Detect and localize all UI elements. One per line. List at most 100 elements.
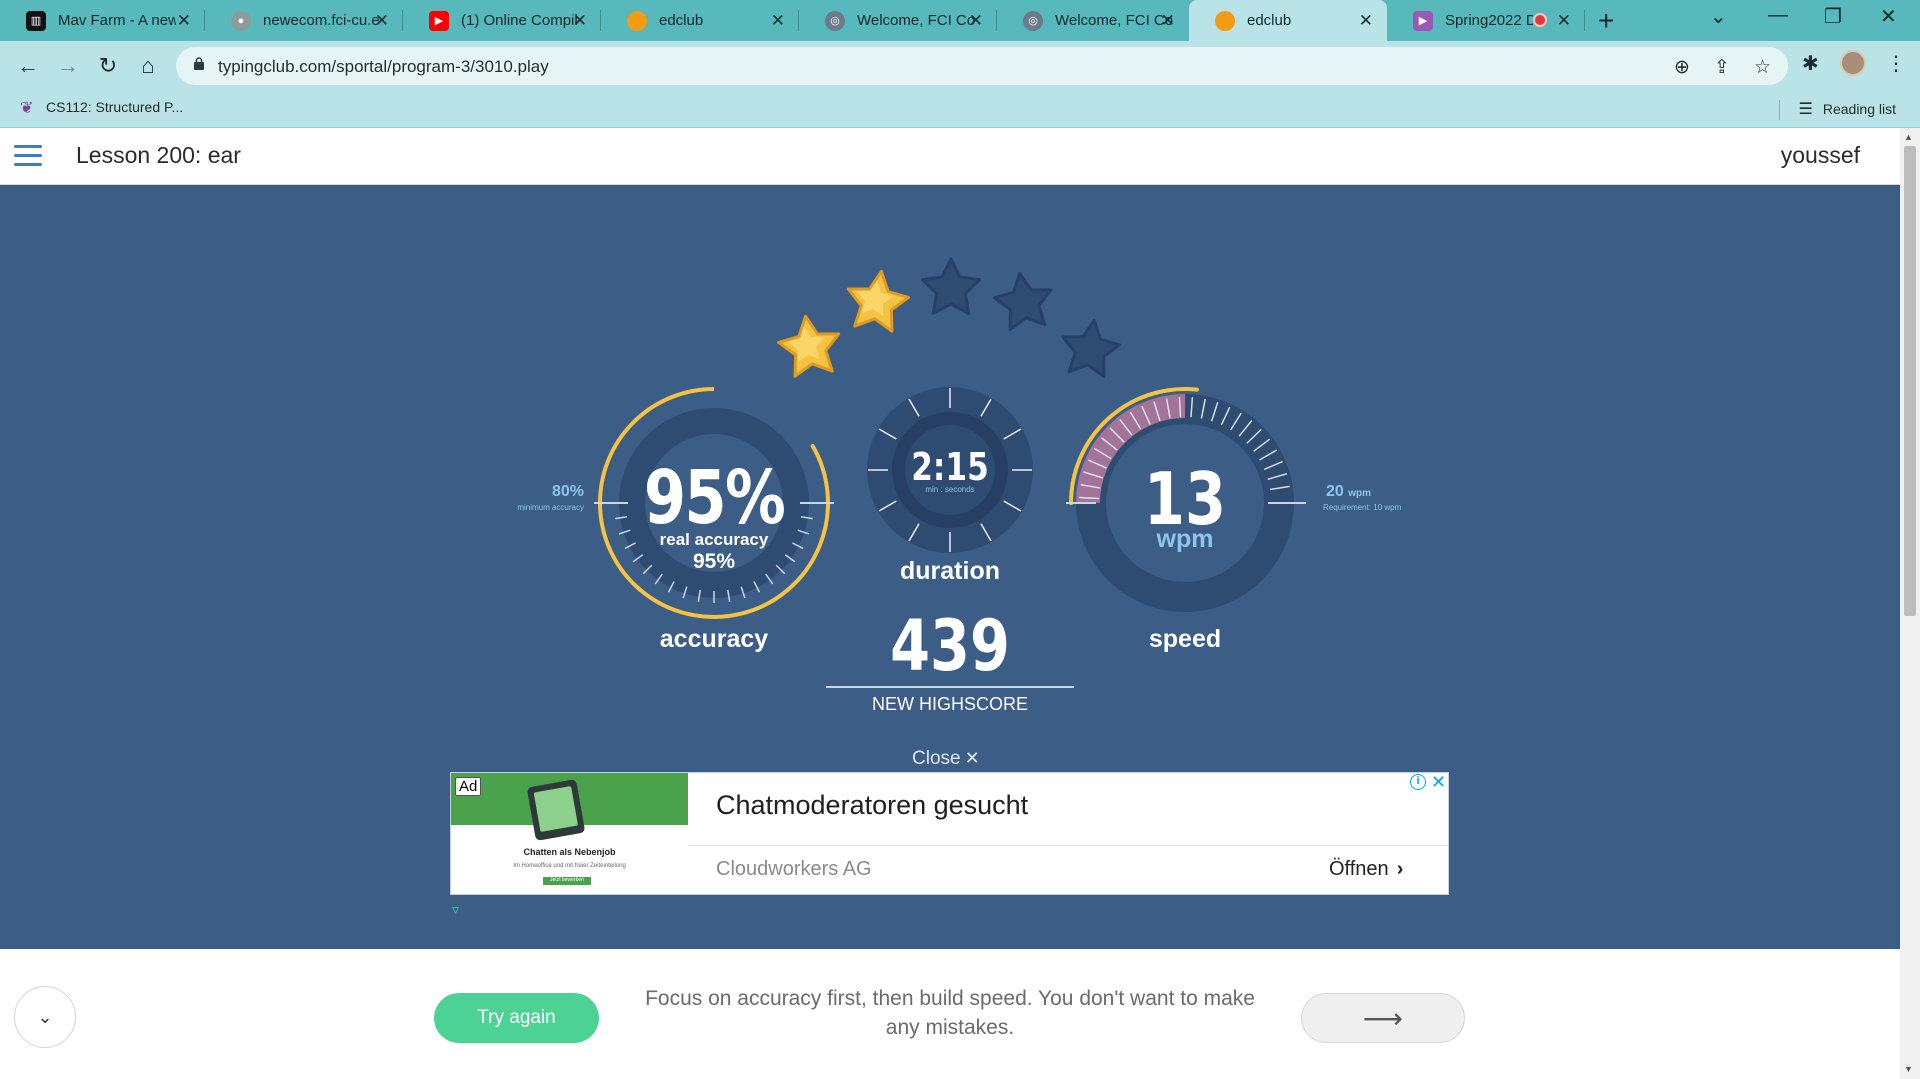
home-icon[interactable]: ⌂ [133, 51, 163, 81]
star-filled-icon [846, 269, 910, 333]
forward-icon[interactable]: → [53, 51, 83, 81]
ad-image[interactable]: Ad Chatten als Nebenjob Im Homeoffice un… [451, 773, 688, 894]
piano-icon: ▥ [26, 10, 46, 31]
star-rating [777, 257, 1122, 379]
ad-headline[interactable]: Chatmoderatoren gesucht [716, 790, 1028, 821]
close-tab-icon[interactable]: ✕ [573, 11, 587, 31]
browser-tab[interactable]: ▶ (1) Online Compil ✕ [403, 0, 601, 41]
page-title: Lesson 200: ear [76, 142, 241, 168]
browser-tab[interactable]: ● newecom.fci-cu.e ✕ [205, 0, 403, 41]
browser-tab[interactable]: ◎ Welcome, FCI Co ✕ [799, 0, 997, 41]
close-tab-icon[interactable]: ✕ [771, 11, 785, 31]
accuracy-value: 95% [643, 455, 786, 541]
ad-company: Cloudworkers AG [716, 858, 872, 880]
bookmark-site-icon: ❦ [20, 100, 34, 117]
edclub-icon [627, 10, 647, 31]
globe-icon: ● [231, 10, 251, 31]
ad-badge: Ad [455, 777, 482, 796]
address-bar[interactable]: typingclub.com/sportal/program-3/3010.pl… [176, 47, 1788, 85]
moodle-icon: ◎ [1023, 10, 1043, 31]
ad-open-button[interactable]: Öffnen › [1329, 858, 1403, 881]
url-text[interactable]: typingclub.com/sportal/program-3/3010.pl… [218, 57, 549, 77]
close-results-button[interactable]: Close ✕ [912, 748, 980, 770]
browser-tab[interactable]: edclub ✕ [601, 0, 799, 41]
bookmark-item[interactable]: ❦ CS112: Structured P... [20, 98, 183, 117]
close-tab-icon[interactable]: ✕ [1359, 11, 1373, 31]
results-panel: 95% real accuracy 95% accuracy 80% minim… [0, 185, 1900, 949]
extensions-icon[interactable]: ✱ [1802, 51, 1819, 76]
arrow-right-icon: ⟶ [1362, 1002, 1404, 1034]
scroll-down-arrow-icon[interactable]: ▼ [1904, 1064, 1913, 1074]
video-icon: ▶ [1413, 10, 1433, 31]
speed-requirement-label: Requirement: 10 wpm [1323, 503, 1402, 512]
scroll-up-arrow-icon[interactable]: ▲ [1904, 132, 1913, 142]
browser-tab-strip: ▥ Mav Farm - A new ✕ ● newecom.fci-cu.e … [0, 0, 1920, 41]
restore-icon[interactable]: ❐ [1824, 4, 1842, 29]
share-icon[interactable]: ⇪ [1714, 56, 1730, 79]
ad-banner[interactable]: Ad Chatten als Nebenjob Im Homeoffice un… [450, 772, 1449, 895]
scroll-thumb[interactable] [1904, 146, 1916, 616]
reading-list-button[interactable]: ☰ Reading list [1799, 99, 1897, 119]
close-tab-icon[interactable]: ✕ [1557, 11, 1571, 31]
browser-toolbar: ← → ↻ ⌂ typingclub.com/sportal/program-3… [0, 41, 1920, 91]
close-icon: ✕ [964, 748, 980, 768]
close-tab-icon[interactable]: ✕ [375, 11, 389, 31]
try-again-button[interactable]: Try again [434, 993, 599, 1043]
score-divider [826, 686, 1074, 688]
star-filled-icon [777, 314, 841, 378]
bookmark-star-icon[interactable]: ☆ [1754, 56, 1771, 79]
ad-close-icon[interactable]: ✕ [1431, 772, 1446, 793]
user-name[interactable]: youssef [1781, 142, 1860, 169]
chevron-right-icon: › [1396, 858, 1404, 880]
menu-kebab-icon[interactable]: ⋮ [1886, 51, 1906, 76]
avatar[interactable] [1840, 50, 1866, 76]
lock-icon [194, 57, 204, 70]
highscore-label: NEW HIGHSCORE [871, 694, 1028, 714]
minimum-accuracy-label: minimum accuracy [517, 503, 584, 512]
browser-tab[interactable]: ▥ Mav Farm - A new ✕ [0, 0, 205, 41]
ad-provider-icon[interactable]: ▿ [452, 901, 459, 918]
page-header: Lesson 200: ear youssef [0, 128, 1900, 185]
hamburger-menu-icon[interactable] [14, 145, 42, 167]
minimize-icon[interactable]: — [1768, 4, 1788, 27]
close-tab-icon[interactable]: ✕ [969, 11, 983, 31]
chevron-down-icon: ⌄ [37, 1006, 53, 1027]
browser-tab[interactable]: ▶ Spring2022 D ✕ [1387, 0, 1585, 41]
speed-label: speed [1148, 625, 1222, 653]
browser-tab-active[interactable]: edclub ✕ [1189, 0, 1387, 41]
duration-unit: min : seconds [925, 485, 975, 494]
recording-icon [1533, 13, 1547, 27]
next-lesson-button[interactable]: ⟶ [1301, 993, 1465, 1043]
close-tab-icon[interactable]: ✕ [177, 11, 191, 31]
speed-requirement-value: 20 wpm [1326, 483, 1372, 500]
browser-tab[interactable]: ◎ Welcome, FCI Co ✕ [997, 0, 1189, 41]
bottom-bar: ⌄ Try again Focus on accuracy first, the… [0, 949, 1900, 1079]
duration-label: duration [900, 557, 1000, 585]
tab-search-icon[interactable]: ⌄ [1710, 4, 1727, 29]
accuracy-label: accuracy [659, 625, 769, 653]
youtube-icon: ▶ [429, 10, 449, 31]
page-scrollbar[interactable]: ▲ ▼ [1900, 128, 1920, 1079]
phone-illustration [526, 779, 586, 841]
zoom-icon[interactable]: ⊕ [1674, 56, 1690, 79]
tip-text: Focus on accuracy first, then build spee… [645, 987, 1255, 1039]
speed-unit: wpm [1156, 525, 1214, 553]
back-icon[interactable]: ← [13, 51, 43, 81]
reading-list-icon: ☰ [1798, 101, 1813, 118]
close-tab-icon[interactable]: ✕ [1161, 11, 1175, 31]
reload-icon[interactable]: ↻ [93, 51, 123, 81]
window-close-icon[interactable]: ✕ [1880, 4, 1897, 29]
star-empty-icon [992, 271, 1053, 332]
collapse-button[interactable]: ⌄ [14, 986, 76, 1048]
star-empty-icon [1061, 318, 1122, 379]
edclub-icon [1215, 10, 1235, 31]
star-empty-icon [921, 257, 981, 315]
moodle-icon: ◎ [825, 10, 845, 31]
score-value: 439 [890, 605, 1010, 687]
bookmarks-bar: ❦ CS112: Structured P... ☰ Reading list [0, 91, 1920, 128]
ad-info-icon[interactable]: i [1410, 774, 1426, 790]
real-accuracy-value: 95% [692, 550, 736, 573]
duration-value: 2:15 [911, 445, 989, 489]
new-tab-icon[interactable]: + [1598, 5, 1614, 37]
real-accuracy-label: real accuracy [659, 530, 769, 549]
